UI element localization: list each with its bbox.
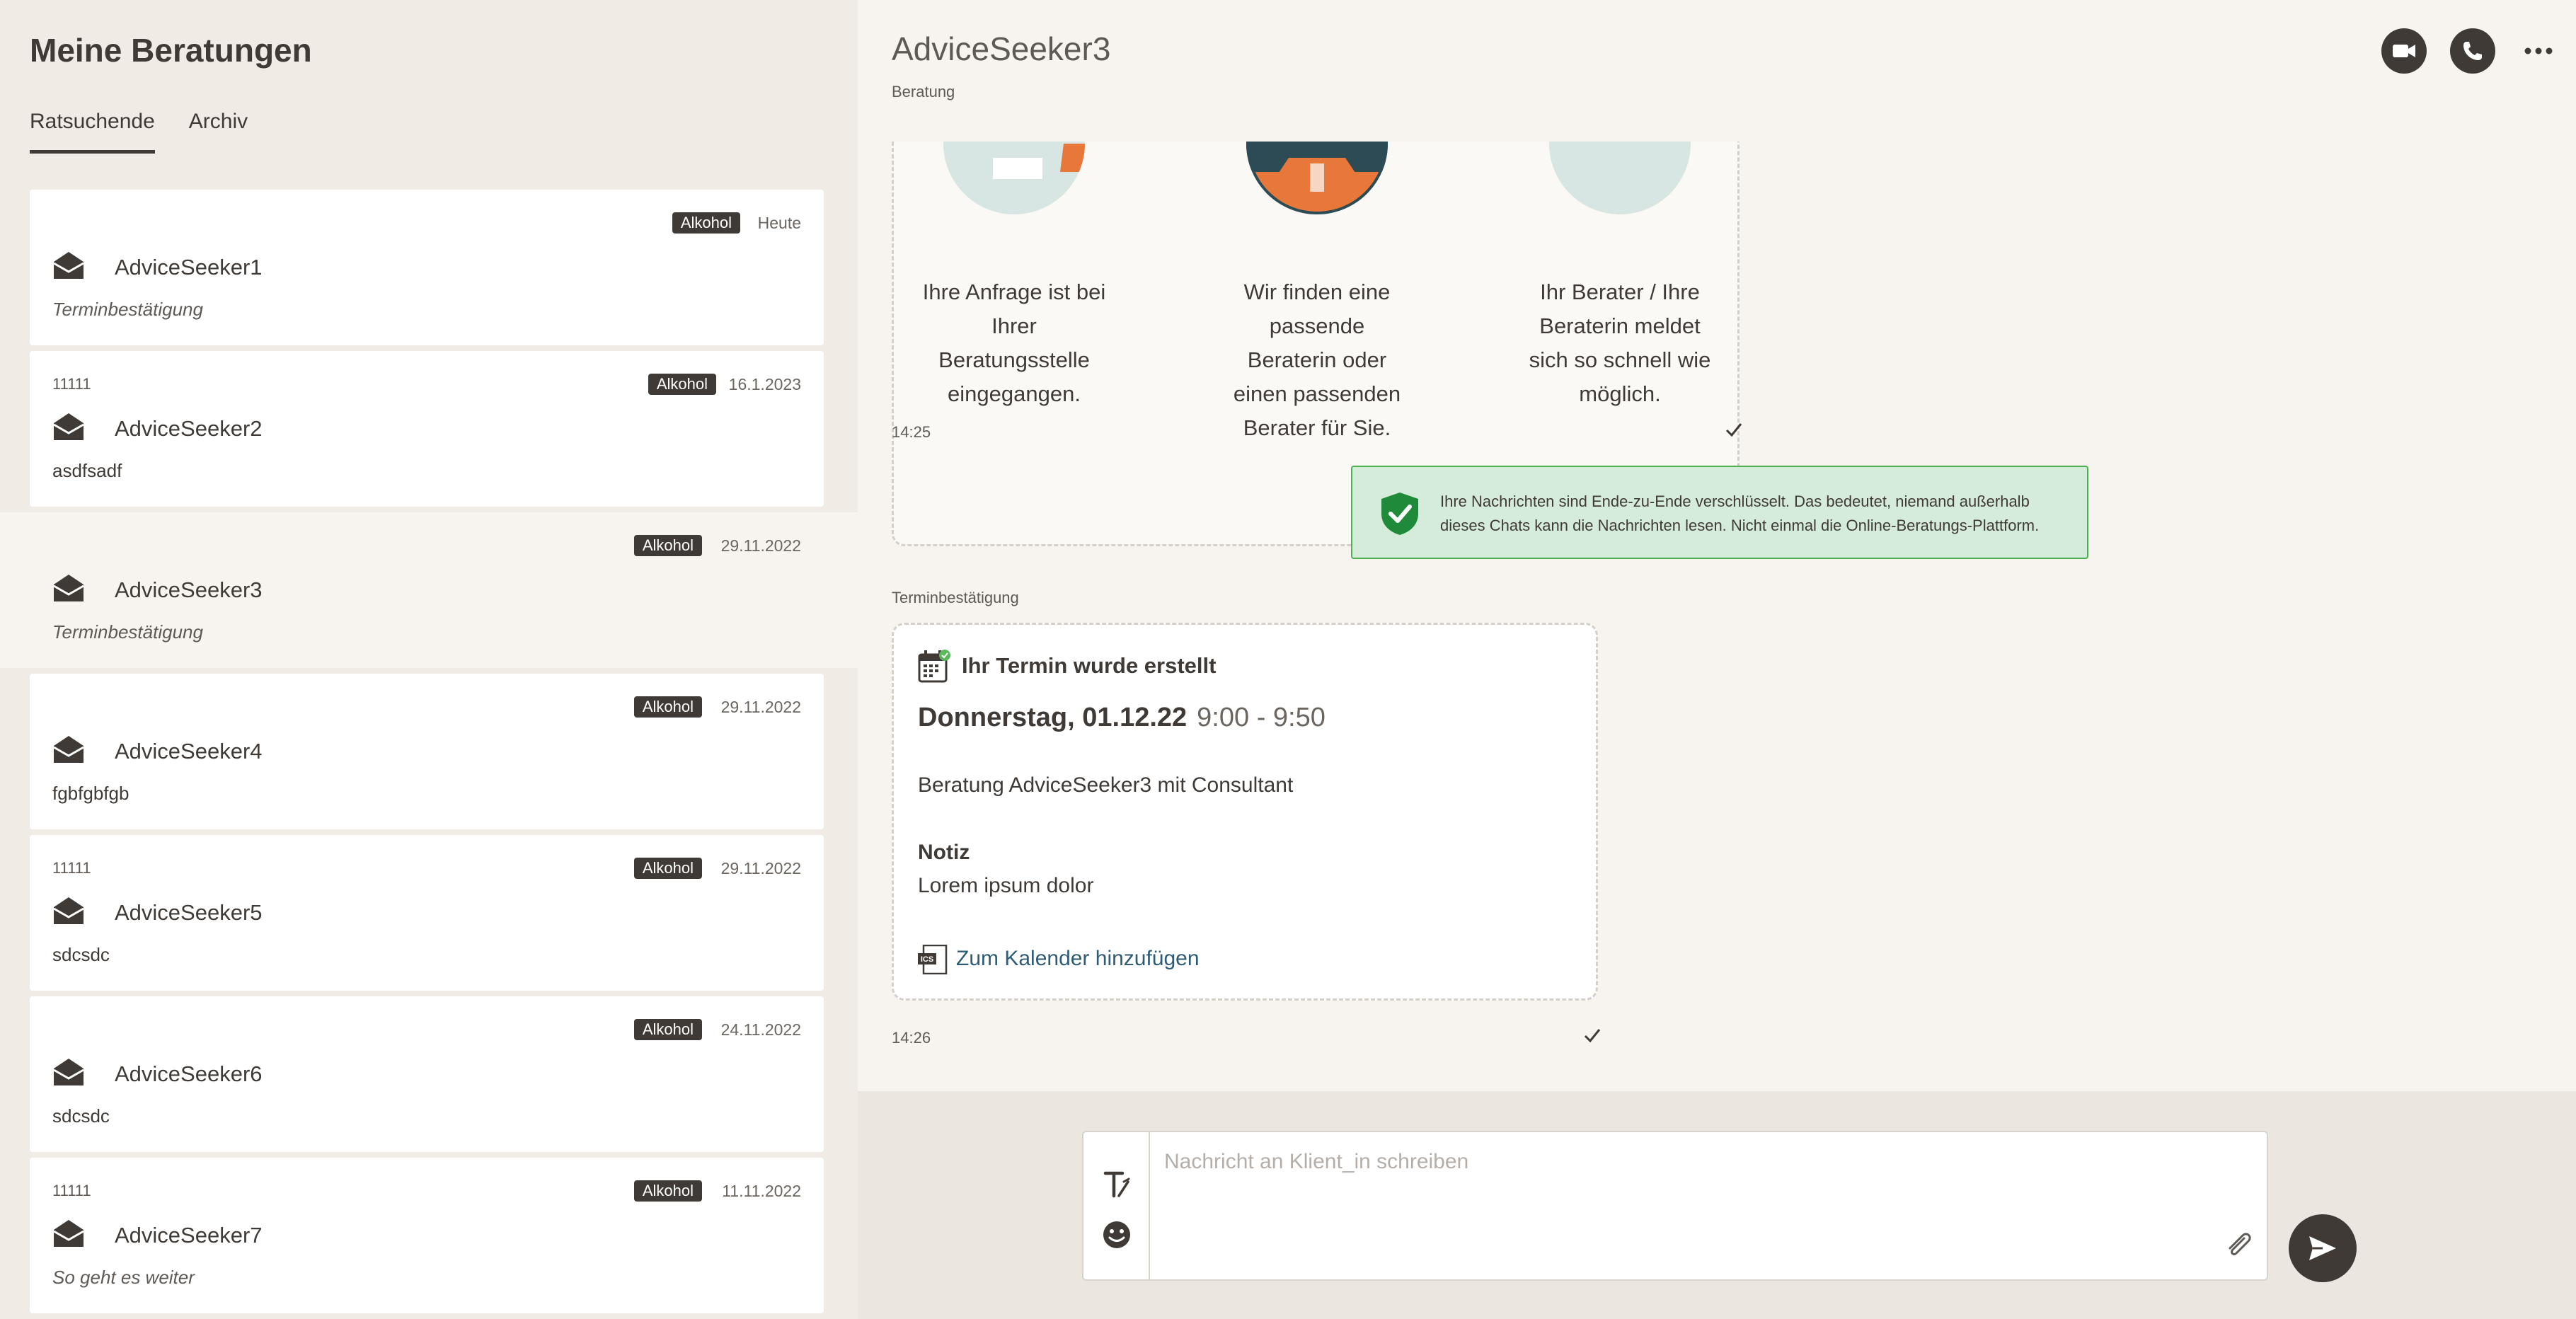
envelope-open-icon: [53, 897, 84, 924]
message-time: 14:25: [892, 423, 931, 441]
session-name: AdviceSeeker3: [115, 577, 263, 602]
session-name: AdviceSeeker6: [115, 1061, 263, 1086]
phone-icon: [2463, 42, 2482, 60]
topic-badge: Alkohol: [672, 212, 740, 234]
session-item[interactable]: Alkohol 29.11.2022 AdviceSeeker4 fgbfgbf…: [30, 674, 824, 829]
appointment-title: Beratung AdviceSeeker3 mit Consultant: [918, 773, 1294, 797]
ics-file-icon: ICS: [918, 945, 948, 974]
session-item[interactable]: Alkohol Heute AdviceSeeker1 Terminbestät…: [30, 190, 824, 345]
send-button[interactable]: [2289, 1214, 2357, 1282]
step-illustration-1: [943, 142, 1085, 214]
step-illustration-3: [1549, 142, 1691, 214]
add-to-calendar-link[interactable]: Zum Kalender hinzufügen: [956, 947, 1200, 971]
phone-call-button[interactable]: [2450, 28, 2495, 74]
step-text-2: Wir finden eine passende Beraterin oder …: [1233, 280, 1401, 440]
topic-badge: Alkohol: [633, 696, 702, 718]
calendar-check-icon: [918, 650, 950, 683]
chat-main: AdviceSeeker3 Beratung Ihre Anfrage ist …: [858, 0, 2576, 1319]
note-label: Notiz: [918, 841, 970, 864]
postcode: 11111: [52, 375, 91, 393]
message-list: Ihre Anfrage ist bei Ihrer Beratungsstel…: [858, 142, 2576, 1090]
session-date: 11.11.2022: [722, 1182, 801, 1200]
shield-check-icon: [1381, 493, 1418, 535]
sidebar-title: Meine Beratungen: [30, 32, 312, 69]
session-name: AdviceSeeker7: [115, 1223, 263, 1248]
encryption-notice-text: Ihre Nachrichten sind Ende-zu-Ende versc…: [1440, 493, 2040, 534]
session-name: AdviceSeeker4: [115, 739, 263, 764]
session-tabs: Ratsuchende Archiv: [30, 110, 248, 154]
session-preview: fgbfgbfgb: [52, 783, 130, 804]
session-date: 24.11.2022: [720, 1020, 801, 1039]
appointment-date: Donnerstag, 01.12.22 9:00 - 9:50: [918, 703, 1326, 733]
appointment-label: Terminbestätigung: [892, 589, 1019, 606]
text-format-icon: [1103, 1171, 1130, 1198]
text-format-button[interactable]: [1102, 1169, 1132, 1199]
session-preview: So geht es weiter: [52, 1267, 195, 1288]
message-time: 14:26: [892, 1029, 931, 1047]
session-preview: asdfsadf: [52, 460, 122, 481]
session-item[interactable]: Alkohol 24.11.2022 AdviceSeeker6 sdcsdc: [30, 996, 824, 1152]
read-check-icon: [1725, 423, 1742, 437]
sessions-sidebar: Meine Beratungen Ratsuchende Archiv Alko…: [0, 0, 858, 1319]
emoji-icon: [1103, 1221, 1130, 1248]
session-preview: Terminbestätigung: [52, 621, 203, 643]
attachment-icon[interactable]: [2223, 1228, 2254, 1260]
ics-label: ICS: [921, 955, 933, 964]
message-input[interactable]: [1151, 1134, 2199, 1176]
more-icon: [2524, 47, 2553, 54]
appointment-time: 9:00 - 9:50: [1197, 703, 1326, 732]
tab-archiv[interactable]: Archiv: [189, 110, 248, 154]
step-text-3: Ihr Berater / Ihre Beraterin meldet sich…: [1529, 280, 1711, 406]
note-text: Lorem ipsum dolor: [918, 874, 1094, 897]
session-item-selected[interactable]: Alkohol 29.11.2022 AdviceSeeker3 Terminb…: [0, 512, 858, 668]
composer-area: [858, 1091, 2576, 1319]
topic-badge: Alkohol: [633, 1019, 702, 1040]
session-preview: sdcsdc: [52, 944, 110, 965]
session-date: 16.1.2023: [728, 375, 801, 393]
appointment-date-text: Donnerstag, 01.12.22: [918, 703, 1188, 732]
topic-badge: Alkohol: [648, 374, 716, 395]
session-date: 29.11.2022: [720, 859, 801, 877]
video-call-icon: [2393, 45, 2415, 57]
session-item[interactable]: 11111 Alkohol 16.1.2023 AdviceSeeker2 as…: [30, 351, 824, 507]
composer-toolbar: [1083, 1132, 1150, 1279]
envelope-open-icon: [53, 1059, 84, 1085]
envelope-open-icon: [53, 252, 84, 279]
topic-badge: Alkohol: [633, 535, 702, 556]
session-date: 29.11.2022: [720, 536, 801, 555]
session-date: Heute: [757, 214, 801, 232]
more-options-button[interactable]: [2516, 37, 2561, 65]
step-text-1: Ihre Anfrage ist bei Ihrer Beratungsstel…: [922, 280, 1106, 406]
envelope-open-icon: [53, 736, 84, 763]
session-name: AdviceSeeker2: [115, 416, 263, 441]
emoji-button[interactable]: [1102, 1220, 1132, 1250]
appointment-card: Ihr Termin wurde erstellt Donnerstag, 01…: [892, 623, 1598, 1001]
session-preview: sdcsdc: [52, 1105, 110, 1127]
session-date: 29.11.2022: [720, 698, 801, 716]
postcode: 11111: [52, 1182, 91, 1199]
chat-title: AdviceSeeker3: [892, 30, 1111, 67]
envelope-open-icon: [53, 575, 84, 601]
topic-badge: Alkohol: [633, 1180, 702, 1202]
envelope-open-icon: [53, 1220, 84, 1247]
send-icon: [2309, 1236, 2336, 1260]
chat-subtitle: Beratung: [892, 83, 955, 100]
read-check-icon: [1584, 1029, 1601, 1043]
session-item[interactable]: 11111 Alkohol 29.11.2022 AdviceSeeker5 s…: [30, 835, 824, 991]
envelope-open-icon: [53, 413, 84, 440]
session-name: AdviceSeeker1: [115, 255, 263, 280]
step-illustration-2: [1246, 142, 1388, 214]
appointment-heading: Ihr Termin wurde erstellt: [962, 653, 1217, 678]
session-preview: Terminbestätigung: [52, 299, 203, 320]
postcode: 11111: [52, 859, 91, 877]
session-item[interactable]: 11111 Alkohol 11.11.2022 AdviceSeeker7 S…: [30, 1158, 824, 1313]
video-call-button[interactable]: [2381, 28, 2427, 74]
message-composer: [1082, 1131, 2268, 1281]
topic-badge: Alkohol: [633, 858, 702, 879]
session-name: AdviceSeeker5: [115, 900, 263, 925]
encryption-notice: Ihre Nachrichten sind Ende-zu-Ende versc…: [1351, 466, 2088, 559]
tab-ratsuchende[interactable]: Ratsuchende: [30, 110, 155, 154]
